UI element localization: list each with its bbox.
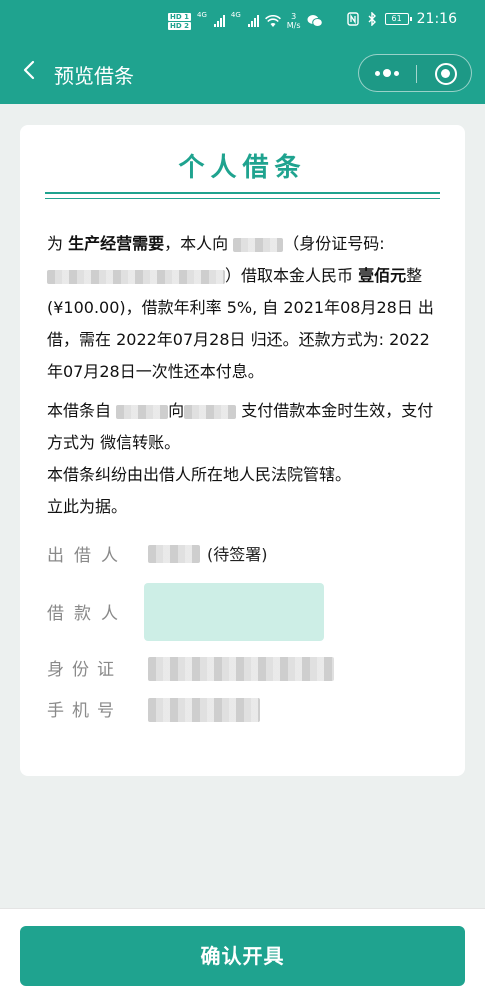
closing-text: 立此为据。 (47, 497, 128, 516)
battery-level: 61 (391, 14, 402, 23)
title-rule-thin (45, 198, 440, 199)
borrower-label: 借款人 (47, 604, 128, 624)
jurisdiction-text: 本借条纠纷由出借人所在地人民法院管辖。 (47, 465, 352, 484)
loan-terms-paragraph: 为 生产经营需要，本人向 （身份证号码: ）借取本金人民币 壹佰元整(¥100.0… (47, 228, 442, 388)
footer-bar: 确认开具 (0, 908, 485, 1000)
redacted-party-2 (184, 404, 237, 419)
terms-text-1: 为 (47, 234, 69, 253)
redacted-lender (148, 545, 200, 563)
network-speed: 3 M/s (287, 12, 301, 30)
redacted-id (148, 657, 334, 681)
status-bar: HD 1 HD 2 4G 4G 3 M/s 61 21:16 (0, 0, 485, 40)
nav-bar: 预览借条 (0, 40, 485, 104)
status-left: HD 1 HD 2 4G 4G 3 M/s (168, 12, 323, 30)
nfc-icon (346, 12, 359, 26)
chevron-left-icon[interactable] (18, 58, 42, 82)
payment-text-2: 向 (168, 401, 185, 420)
terms-text-4: ）借取本金人民币 (225, 266, 359, 285)
document-title: 个人借条 (178, 153, 307, 183)
terms-text-3: （身份证号码: (283, 234, 385, 253)
hd1-badge: HD 1 (168, 12, 191, 21)
signal2-label: 4G (230, 11, 241, 19)
payment-paragraph: 本借条自 向 支付借款本金时生效，支付方式为 微信转账。 本借条纠纷由出借人所在地… (47, 395, 442, 523)
title-rule-thick (45, 192, 440, 194)
page-title: 预览借条 (54, 64, 134, 88)
payment-text-1: 本借条自 (47, 401, 117, 420)
battery-icon: 61 (384, 13, 412, 25)
redacted-phone (148, 698, 260, 722)
mini-program-capsule (358, 54, 472, 92)
hd-badges: HD 1 HD 2 (168, 12, 191, 30)
terms-text-2: ，本人向 (164, 234, 234, 253)
mini-program-close-icon[interactable] (435, 63, 457, 85)
lender-label: 出借人 (47, 546, 128, 566)
hd2-badge: HD 2 (168, 21, 191, 30)
borrower-signature-box[interactable] (144, 583, 324, 641)
status-right: 61 21:16 (346, 11, 457, 27)
loan-amount-text: 壹佰元 (358, 266, 407, 285)
wifi-icon (264, 14, 281, 27)
clock: 21:16 (416, 11, 457, 27)
app-header: HD 1 HD 2 4G 4G 3 M/s 61 21:16 预览借条 (0, 0, 485, 104)
redacted-id-number (47, 269, 225, 284)
loan-purpose: 生产经营需要 (68, 234, 165, 253)
confirm-issue-button[interactable]: 确认开具 (20, 926, 465, 986)
speed-value: 3 (291, 12, 297, 21)
more-dots-icon[interactable] (359, 55, 415, 91)
speed-unit: M/s (286, 21, 301, 30)
lender-status: (待签署) (207, 545, 268, 564)
loan-note-card: 个人借条 为 生产经营需要，本人向 （身份证号码: ）借取本金人民币 壹佰元整(¥… (20, 125, 465, 776)
id-label: 身份证 (47, 660, 122, 680)
wechat-icon (307, 15, 323, 27)
signal2-icon (247, 15, 259, 27)
signal1-label: 4G (196, 11, 207, 19)
redacted-party-1 (116, 404, 169, 419)
redacted-lender-name (233, 237, 284, 252)
phone-label: 手机号 (47, 701, 122, 721)
capsule-divider (416, 65, 417, 83)
signal1-icon (213, 15, 225, 27)
bluetooth-icon (368, 12, 376, 26)
